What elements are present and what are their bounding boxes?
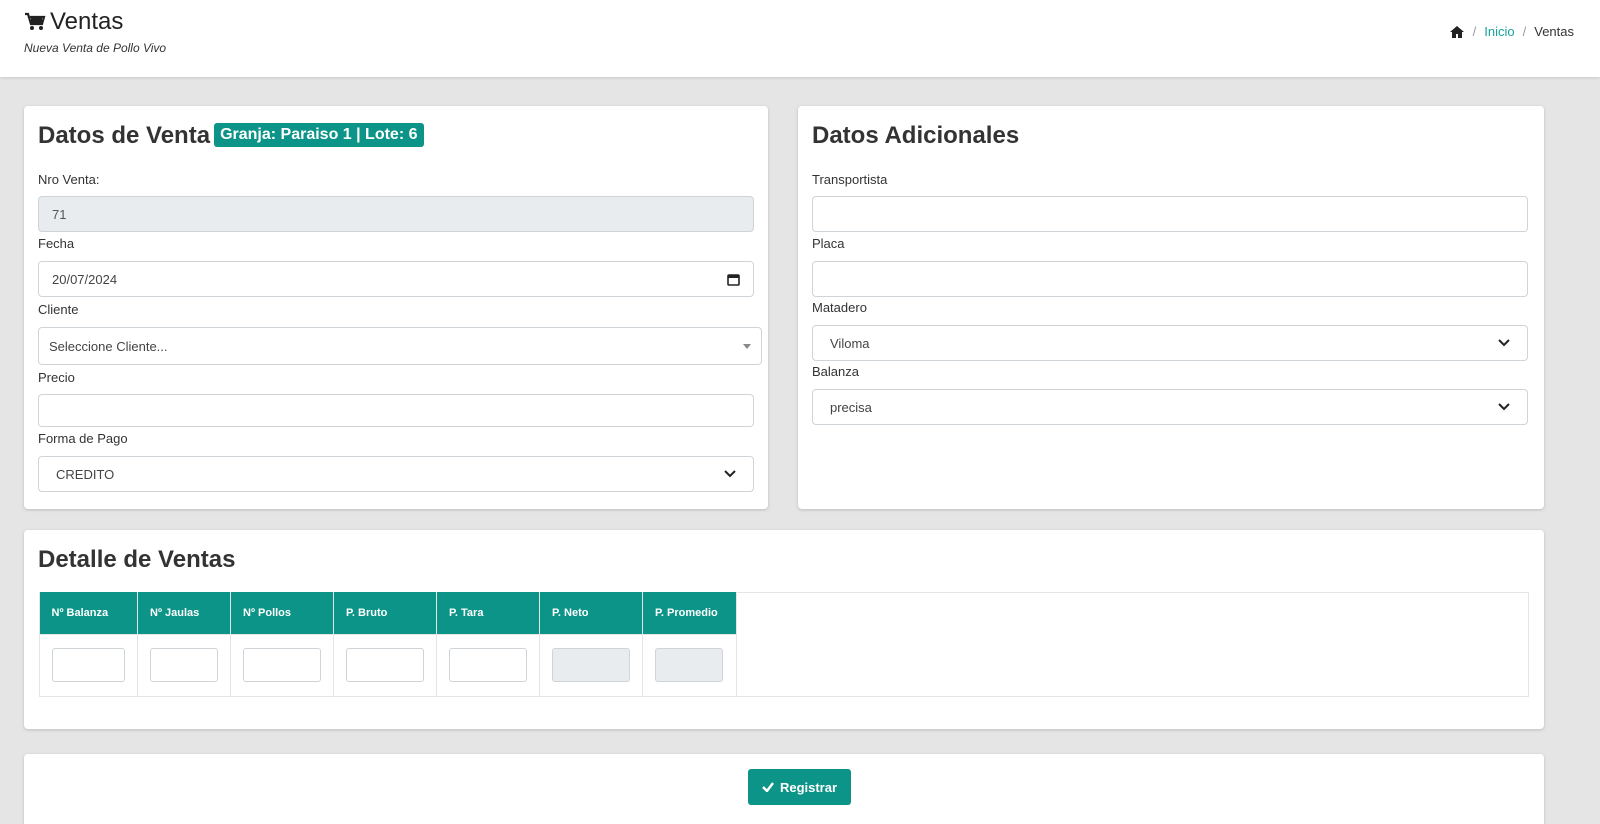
- peso-bruto-input[interactable]: [346, 648, 424, 682]
- forma-pago-value: CREDITO: [56, 466, 115, 482]
- precio-input[interactable]: [38, 394, 754, 427]
- placa-input[interactable]: [812, 261, 1528, 297]
- matadero-select[interactable]: Viloma: [812, 325, 1528, 361]
- cliente-select[interactable]: Seleccione Cliente...: [38, 327, 762, 365]
- actions-card: Registrar: [24, 754, 1544, 824]
- transportista-input[interactable]: [812, 196, 1528, 232]
- chevron-down-icon: [724, 470, 736, 478]
- breadcrumb-separator: /: [1522, 24, 1527, 39]
- page-header: Ventas Nueva Venta de Pollo Vivo / Inici…: [0, 0, 1600, 77]
- fecha-value: 20/07/2024: [52, 271, 118, 287]
- breadcrumb: / Inicio / Ventas: [1449, 24, 1574, 39]
- datos-venta-title: Datos de Venta Granja: Paraiso 1 | Lote: …: [38, 122, 424, 150]
- matadero-label: Matadero: [812, 300, 867, 315]
- cart-icon: [25, 12, 46, 30]
- nro-venta-field: 71: [38, 196, 754, 232]
- column-header: P. Promedio: [642, 592, 737, 634]
- precio-label: Precio: [38, 370, 75, 385]
- peso-neto-field: [552, 648, 630, 682]
- column-header: Nº Balanza: [39, 592, 138, 634]
- registrar-button[interactable]: Registrar: [748, 769, 851, 805]
- caret-down-icon: [743, 343, 751, 349]
- transportista-label: Transportista: [812, 172, 888, 187]
- forma-pago-label: Forma de Pago: [38, 431, 128, 446]
- breadcrumb-separator: /: [1472, 24, 1477, 39]
- cliente-placeholder: Seleccione Cliente...: [49, 338, 168, 354]
- nro-venta-label: Nro Venta:: [38, 172, 100, 187]
- fecha-label: Fecha: [38, 236, 75, 251]
- page-subtitle: Nueva Venta de Pollo Vivo: [24, 41, 167, 55]
- calendar-icon[interactable]: [727, 273, 740, 286]
- nro-pollos-input[interactable]: [243, 648, 321, 682]
- datos-venta-card: Datos de Venta Granja: Paraiso 1 | Lote: …: [24, 106, 768, 509]
- column-header: Nº Pollos: [230, 592, 334, 634]
- column-header: Nº Jaulas: [137, 592, 231, 634]
- peso-promedio-field: [655, 648, 723, 682]
- column-header: P. Neto: [539, 592, 643, 634]
- nro-jaulas-input[interactable]: [150, 648, 218, 682]
- balanza-label: Balanza: [812, 364, 859, 379]
- column-header: P. Bruto: [333, 592, 437, 634]
- chevron-down-icon: [1498, 403, 1510, 411]
- page-title-text: Ventas: [50, 8, 124, 35]
- datos-adicionales-title: Datos Adicionales: [812, 122, 1020, 149]
- balanza-value: precisa: [830, 399, 872, 415]
- home-icon[interactable]: [1449, 25, 1465, 39]
- forma-pago-select[interactable]: CREDITO: [38, 456, 754, 492]
- granja-lote-badge: Granja: Paraiso 1 | Lote: 6: [214, 122, 424, 147]
- chevron-down-icon: [1498, 339, 1510, 347]
- datos-adicionales-card: Datos Adicionales Transportista Placa Ma…: [798, 106, 1544, 509]
- detalle-ventas-title: Detalle de Ventas: [38, 546, 236, 573]
- breadcrumb-current: Ventas: [1534, 24, 1574, 39]
- fecha-date-input[interactable]: 20/07/2024: [38, 261, 754, 297]
- nro-balanza-input[interactable]: [52, 648, 125, 682]
- table-row: [39, 633, 737, 697]
- cliente-label: Cliente: [38, 302, 79, 317]
- placa-label: Placa: [812, 236, 845, 251]
- balanza-select[interactable]: precisa: [812, 389, 1528, 425]
- column-header: P. Tara: [436, 592, 540, 634]
- page-title: Ventas: [24, 8, 123, 36]
- registrar-label: Registrar: [779, 779, 838, 795]
- check-icon: [762, 782, 774, 792]
- detalle-ventas-card: Detalle de Ventas Nº Balanza Nº Jaulas N…: [24, 530, 1544, 729]
- breadcrumb-inicio-link[interactable]: Inicio: [1484, 24, 1514, 39]
- peso-tara-input[interactable]: [449, 648, 527, 682]
- matadero-value: Viloma: [830, 335, 870, 351]
- detalle-table: Nº Balanza Nº Jaulas Nº Pollos P. Bruto …: [39, 592, 737, 697]
